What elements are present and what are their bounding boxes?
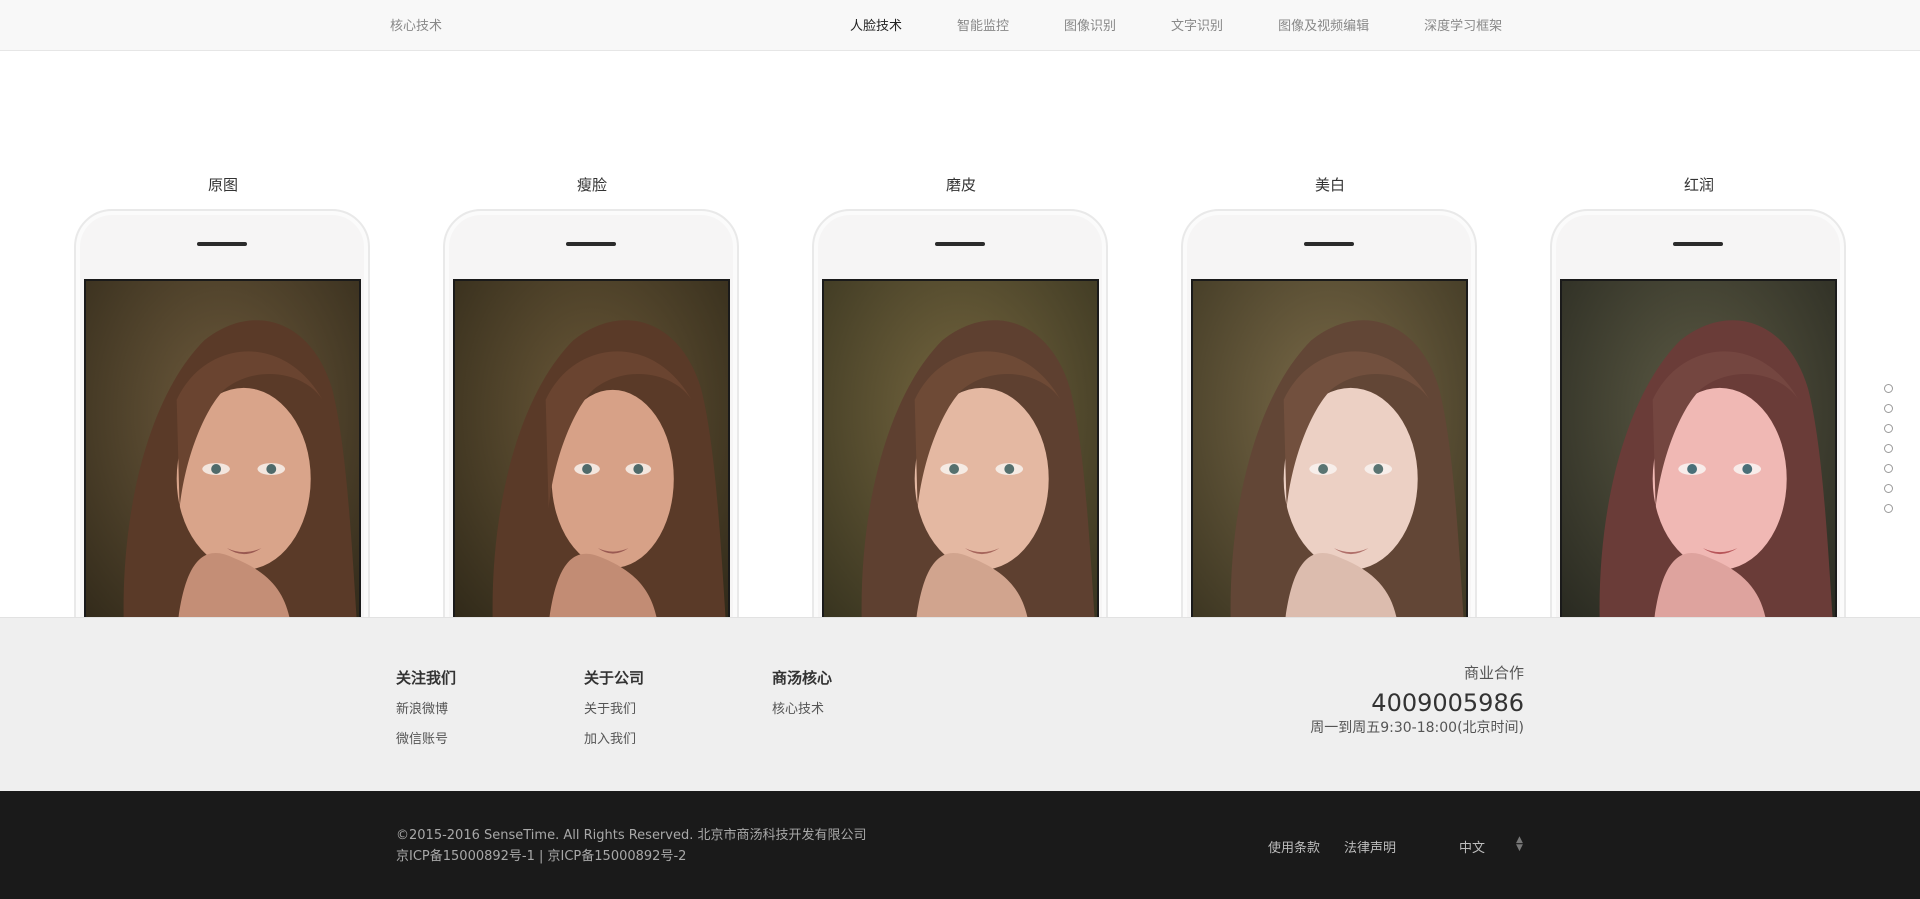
section-dot[interactable] [1884, 424, 1893, 433]
phone-speaker [1673, 242, 1723, 246]
join-us-link[interactable]: 加入我们 [584, 728, 644, 747]
about-us-link[interactable]: 关于我们 [584, 698, 644, 717]
legal-links: 使用条款 法律声明 [1268, 837, 1420, 856]
footer-column-title: 关于公司 [584, 669, 645, 687]
weibo-link[interactable]: 新浪微博 [396, 698, 456, 717]
phone-frame [1181, 209, 1477, 617]
icp-text: 京ICP备15000892号-1 | 京ICP备15000892号-2 [396, 849, 687, 864]
section-dot[interactable] [1884, 484, 1893, 493]
phone-screen [453, 279, 730, 617]
phone-card-slim-face: 瘦脸 [442, 51, 742, 617]
phone-frame [1550, 209, 1846, 617]
phone-screen [822, 279, 1099, 617]
portrait-photo [86, 281, 359, 617]
sort-arrows-icon[interactable]: ▲ ▼ [1516, 836, 1523, 853]
section-dot[interactable] [1884, 444, 1893, 453]
footer-column-follow-us: 关注我们 新浪微博 微信账号 [396, 667, 456, 758]
phone-screen [1191, 279, 1468, 617]
beauty-filter-showcase: 原图 瘦脸 磨皮 美白 红润 [0, 51, 1920, 617]
phone-label: 美白 [1314, 176, 1345, 194]
contact-phone: 4009005986 [1371, 689, 1524, 717]
phone-label: 原图 [207, 176, 238, 194]
phone-label: 红润 [1683, 176, 1714, 194]
section-dot[interactable] [1884, 384, 1893, 393]
portrait-photo [455, 281, 728, 617]
phone-screen [84, 279, 361, 617]
contact-hours: 周一到周五9:30-18:00(北京时间) [1310, 720, 1524, 736]
section-dot[interactable] [1884, 464, 1893, 473]
wechat-link[interactable]: 微信账号 [396, 728, 456, 747]
phone-card-smooth-skin: 磨皮 [811, 51, 1111, 617]
footer-column-title: 商汤核心 [772, 669, 833, 687]
phone-label: 瘦脸 [576, 176, 607, 194]
phone-label: 磨皮 [945, 176, 976, 194]
main-nav: 人脸技术 智能监控 图像识别 文字识别 图像及视频编辑 深度学习框架 [850, 15, 1502, 34]
phone-frame [812, 209, 1108, 617]
site-footer: 关注我们 新浪微博 微信账号 关于公司 关于我们 加入我们 商汤核心 核心技术 … [0, 617, 1920, 791]
legal-notice-link[interactable]: 法律声明 [1344, 837, 1396, 856]
phone-frame [443, 209, 739, 617]
nav-item-image-video-editing[interactable]: 图像及视频编辑 [1278, 15, 1369, 34]
nav-item-deep-learning-framework[interactable]: 深度学习框架 [1424, 15, 1502, 34]
contact-title: 商业合作 [1463, 664, 1524, 682]
phone-card-original: 原图 [73, 51, 373, 617]
phone-screen [1560, 279, 1837, 617]
phone-frame [74, 209, 370, 617]
phone-speaker [1304, 242, 1354, 246]
phone-card-rosy: 红润 [1549, 51, 1849, 617]
phone-speaker [197, 242, 247, 246]
copyright-text: ©2015-2016 SenseTime. All Rights Reserve… [396, 828, 867, 843]
terms-of-use-link[interactable]: 使用条款 [1268, 837, 1320, 856]
section-pagination-dots [1884, 384, 1893, 524]
footer-column-about-company: 关于公司 关于我们 加入我们 [584, 667, 644, 758]
footer-column-sensetime-core: 商汤核心 核心技术 [772, 667, 832, 728]
top-navigation-bar: 核心技术 人脸技术 智能监控 图像识别 文字识别 图像及视频编辑 深度学习框架 [0, 0, 1920, 51]
portrait-photo [824, 281, 1097, 617]
business-contact: 商业合作 4009005986 周一到周五9:30-18:00(北京时间) [1310, 662, 1524, 737]
section-dot[interactable] [1884, 504, 1893, 513]
phone-card-whitening: 美白 [1180, 51, 1480, 617]
nav-item-smart-monitoring[interactable]: 智能监控 [957, 15, 1009, 34]
core-tech-link[interactable]: 核心技术 [772, 698, 832, 717]
nav-item-face-tech[interactable]: 人脸技术 [850, 15, 902, 34]
language-selector[interactable]: 中文 [1459, 837, 1485, 856]
section-dot[interactable] [1884, 404, 1893, 413]
bottom-bar: ©2015-2016 SenseTime. All Rights Reserve… [0, 791, 1920, 899]
nav-item-image-recognition[interactable]: 图像识别 [1064, 15, 1116, 34]
brand-link[interactable]: 核心技术 [390, 15, 442, 34]
portrait-photo [1193, 281, 1466, 617]
phone-speaker [935, 242, 985, 246]
nav-item-text-recognition[interactable]: 文字识别 [1171, 15, 1223, 34]
footer-column-title: 关注我们 [396, 669, 457, 687]
copyright-block: ©2015-2016 SenseTime. All Rights Reserve… [396, 825, 867, 867]
portrait-photo [1562, 281, 1835, 617]
phone-speaker [566, 242, 616, 246]
